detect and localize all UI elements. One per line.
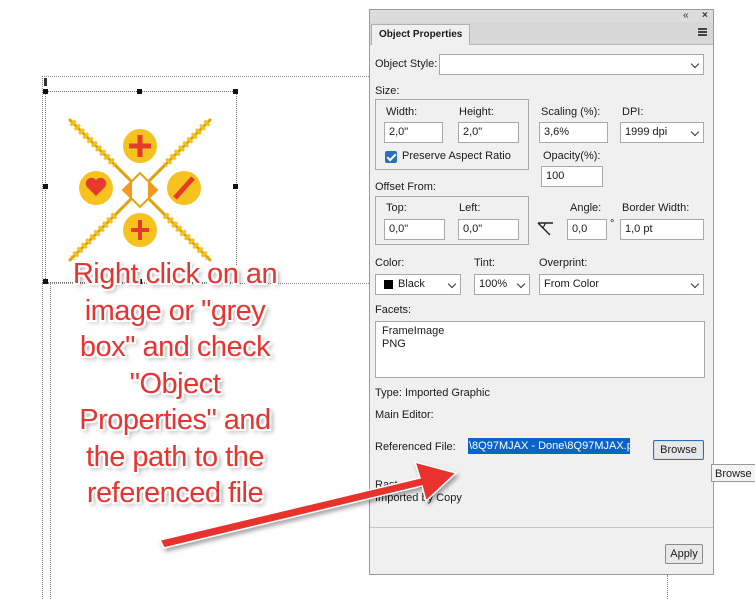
chevron-down-icon: [690, 279, 700, 289]
dpi-label: DPI:: [622, 106, 644, 118]
overprint-select[interactable]: From Color: [539, 274, 704, 295]
placed-graphic-image[interactable]: [60, 110, 220, 270]
collapse-panel-icon[interactable]: «: [683, 10, 689, 22]
browse-button[interactable]: Browse: [653, 440, 704, 460]
offset-top-field[interactable]: 0,0": [384, 219, 445, 240]
chevron-down-icon: [516, 279, 526, 289]
object-properties-panel: « × Object Properties Object Style: Size…: [369, 9, 714, 575]
facets-list[interactable]: FrameImage PNG: [375, 321, 705, 378]
color-value: Black: [398, 278, 425, 290]
resize-handle[interactable]: [43, 89, 48, 94]
type-text: Type: Imported Graphic: [375, 387, 490, 399]
object-style-select[interactable]: [439, 54, 704, 75]
rotation-angle-icon: [537, 222, 553, 236]
tint-select[interactable]: 100%: [474, 274, 530, 295]
color-swatch: [384, 280, 393, 289]
panel-title-strip: « ×: [370, 10, 713, 22]
preserve-aspect-checkbox[interactable]: [385, 151, 397, 163]
panel-tab-bar: Object Properties: [370, 22, 713, 45]
browse-tooltip: Browse: [711, 464, 755, 482]
degree-symbol: °: [610, 218, 615, 230]
annotation-line: box" and check: [79, 331, 271, 363]
color-select[interactable]: Black: [375, 274, 461, 295]
apply-button[interactable]: Apply: [665, 544, 703, 564]
overprint-label: Overprint:: [539, 257, 588, 269]
import-mode-text: Imported by Copy: [375, 492, 462, 504]
annotation-line: image or "grey: [84, 294, 266, 327]
close-panel-icon[interactable]: ×: [702, 10, 708, 22]
offset-section-label: Offset From:: [375, 181, 436, 193]
panel-divider: [370, 527, 713, 528]
angle-label: Angle:: [570, 202, 602, 214]
tint-value: 100%: [479, 278, 508, 290]
angle-field[interactable]: 0,0: [567, 219, 607, 240]
scaling-field[interactable]: 3,6%: [539, 122, 608, 143]
resize-handle[interactable]: [233, 89, 238, 94]
resize-handle[interactable]: [43, 184, 48, 189]
resize-handle[interactable]: [233, 184, 238, 189]
anchor-handle[interactable]: [44, 78, 47, 86]
tab-object-properties[interactable]: Object Properties: [371, 24, 471, 45]
annotation-line: Properties" and: [79, 404, 271, 436]
list-item[interactable]: FrameImage: [382, 325, 698, 338]
height-field[interactable]: 2,0": [458, 122, 519, 143]
panel-menu-icon[interactable]: [698, 28, 707, 36]
raster-file-label: Raster File:: [375, 479, 432, 491]
referenced-file-label: Referenced File:: [375, 441, 456, 453]
width-field[interactable]: 2,0": [384, 122, 443, 143]
facets-label: Facets:: [375, 304, 412, 316]
offset-top-label: Top:: [386, 202, 407, 214]
scaling-label: Scaling (%):: [541, 106, 601, 118]
instruction-annotation: Right click on an image or "grey box" an…: [40, 256, 310, 512]
opacity-label: Opacity(%):: [543, 150, 601, 162]
dpi-select[interactable]: 1999 dpi: [620, 122, 704, 143]
chevron-down-icon: [447, 279, 457, 289]
offset-left-label: Left:: [459, 202, 481, 214]
page-guide-right: [667, 575, 668, 599]
offset-left-field[interactable]: 0,0": [458, 219, 519, 240]
main-editor-label: Main Editor:: [375, 409, 434, 421]
height-label: Height:: [459, 106, 494, 118]
object-style-label: Object Style:: [375, 58, 438, 70]
size-section-label: Size:: [375, 85, 400, 97]
referenced-file-path[interactable]: \8Q97MJAX - Done\8Q97MJAX.p: [468, 438, 630, 454]
tint-label: Tint:: [474, 257, 495, 269]
resize-handle[interactable]: [137, 89, 142, 94]
page-guide-top: [42, 76, 369, 77]
opacity-field[interactable]: 100: [541, 166, 603, 187]
preserve-aspect-label[interactable]: Preserve Aspect Ratio: [402, 150, 511, 162]
annotation-line: referenced file: [86, 477, 264, 509]
annotation-line: "Object: [129, 367, 221, 400]
color-label: Color:: [375, 257, 405, 269]
chevron-down-icon: [690, 59, 700, 69]
overprint-value: From Color: [544, 278, 600, 290]
border-width-label: Border Width:: [622, 202, 690, 214]
annotation-line: Right click on an: [72, 258, 278, 290]
dpi-value: 1999 dpi: [625, 126, 668, 138]
chevron-down-icon: [690, 127, 700, 137]
border-width-field[interactable]: 1,0 pt: [620, 219, 704, 240]
annotation-line: the path to the: [86, 440, 264, 473]
list-item[interactable]: PNG: [382, 338, 698, 351]
width-label: Width:: [386, 106, 418, 118]
